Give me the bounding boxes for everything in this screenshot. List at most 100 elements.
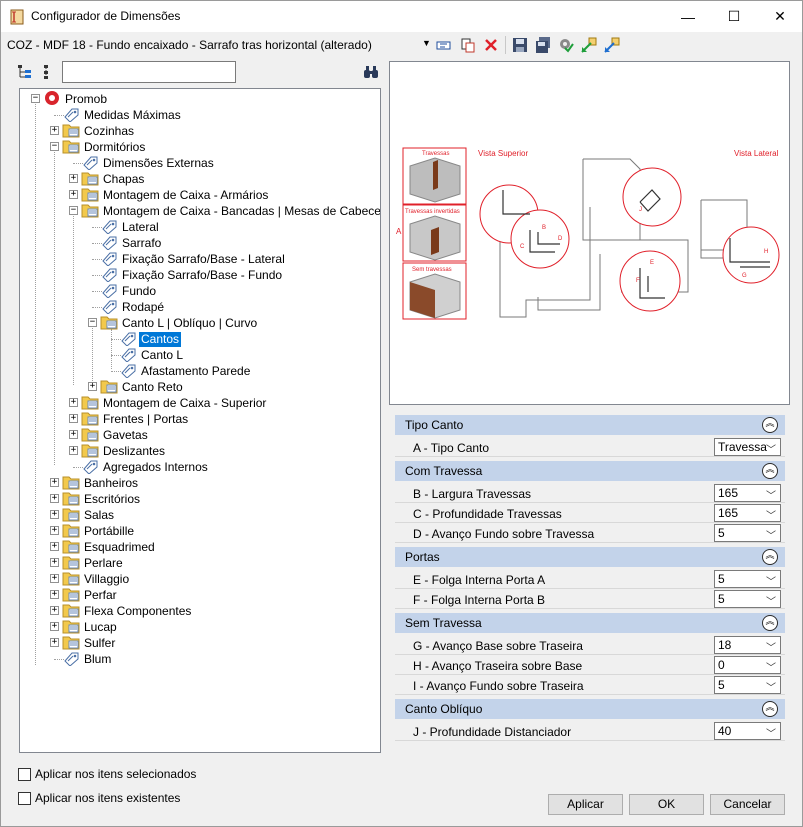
import-icon[interactable] xyxy=(580,36,598,54)
tree-item-label: Dormitórios xyxy=(84,139,146,154)
property-value-dropdown[interactable]: 0 ﹀ xyxy=(714,656,781,674)
collapse-section-icon[interactable]: ︽ xyxy=(762,463,778,479)
tree-item-label: Cantos xyxy=(139,331,182,347)
tree-expand-icon[interactable]: + xyxy=(69,414,78,423)
tree-connector xyxy=(73,214,74,385)
tree-expand-icon[interactable]: + xyxy=(50,126,59,135)
settings-check-icon[interactable] xyxy=(557,36,575,54)
section-title: Com Travessa xyxy=(405,464,483,478)
cancel-button[interactable]: Cancelar xyxy=(710,794,785,815)
property-value-dropdown[interactable]: 165 ﹀ xyxy=(714,504,781,522)
tree-expand-icon[interactable]: + xyxy=(50,590,59,599)
collapse-tree-icon[interactable] xyxy=(41,64,57,80)
tree-expand-icon[interactable]: + xyxy=(50,574,59,583)
tree-search-input[interactable] xyxy=(62,61,236,83)
property-value-dropdown[interactable]: Travessa ﹀ xyxy=(714,438,781,456)
ok-button[interactable]: OK xyxy=(629,794,704,815)
thumbnail-sem-travessas: Sem travessas xyxy=(402,262,467,320)
property-section-header: Portas ︽ xyxy=(395,547,785,567)
tree-collapse-icon[interactable]: − xyxy=(31,94,40,103)
export-icon[interactable] xyxy=(603,36,621,54)
collapse-section-icon[interactable]: ︽ xyxy=(762,417,778,433)
property-label: I - Avanço Fundo sobre Traseira xyxy=(413,679,584,693)
tree-expand-icon[interactable]: + xyxy=(50,606,59,615)
configuration-dropdown-icon[interactable]: ▼ xyxy=(422,38,431,48)
property-value-dropdown[interactable]: 5 ﹀ xyxy=(714,590,781,608)
property-value-dropdown[interactable]: 165 ﹀ xyxy=(714,484,781,502)
tree-item[interactable]: Fixação Sarrafo/Base - Fundo xyxy=(100,267,284,283)
tag-icon xyxy=(81,458,101,477)
property-label: A - Tipo Canto xyxy=(413,441,490,455)
tree-collapse-icon[interactable]: − xyxy=(50,142,59,151)
tree-item-label: Sarrafo xyxy=(122,235,162,250)
property-value-dropdown[interactable]: 5 ﹀ xyxy=(714,676,781,694)
tree-item-label: Esquadrimed xyxy=(84,539,155,554)
tree-expand-icon[interactable]: + xyxy=(50,510,59,519)
expand-tree-icon[interactable] xyxy=(17,64,33,80)
copy-icon[interactable] xyxy=(459,36,477,54)
apply-button[interactable]: Aplicar xyxy=(548,794,623,815)
tree-expand-icon[interactable]: + xyxy=(50,622,59,631)
tree-expand-icon[interactable]: + xyxy=(50,542,59,551)
tree-expand-icon[interactable]: + xyxy=(69,174,78,183)
apply-existing-checkbox[interactable] xyxy=(18,792,31,805)
tree-item-label: Chapas xyxy=(103,171,145,186)
property-value: 5 xyxy=(718,678,725,692)
property-label: J - Profundidade Distanciador xyxy=(413,725,572,739)
collapse-section-icon[interactable]: ︽ xyxy=(762,615,778,631)
tree-expand-icon[interactable]: + xyxy=(50,526,59,535)
tree-item[interactable]: Canto Reto xyxy=(100,379,185,395)
tree-collapse-icon[interactable]: − xyxy=(69,206,78,215)
save-all-icon[interactable] xyxy=(534,36,552,54)
delete-icon[interactable] xyxy=(482,36,500,54)
tree-item-label: Montagem de Caixa - Bancadas | Mesas de … xyxy=(103,203,381,218)
tree-item[interactable]: Dormitórios xyxy=(62,139,147,155)
tree-item[interactable]: Agregados Internos xyxy=(81,459,210,475)
tree-item[interactable]: Blum xyxy=(62,651,113,667)
tree-expand-icon[interactable]: + xyxy=(69,430,78,439)
app-ruler-icon xyxy=(10,9,24,25)
tree-item[interactable]: Montagem de Caixa - Armários xyxy=(81,187,270,203)
tree-expand-icon[interactable]: + xyxy=(69,446,78,455)
tree-item-label: Salas xyxy=(84,507,115,522)
tree-item-label: Perlare xyxy=(84,555,123,570)
binoculars-search-icon[interactable] xyxy=(363,64,379,80)
vista-lateral-label: Vista Lateral xyxy=(734,149,779,158)
configurator-window: Configurador de Dimensões — ☐ ✕ COZ - MD… xyxy=(0,0,803,827)
collapse-section-icon[interactable]: ︽ xyxy=(762,549,778,565)
collapse-section-icon[interactable]: ︽ xyxy=(762,701,778,717)
save-icon[interactable] xyxy=(511,36,529,54)
tree-expand-icon[interactable]: + xyxy=(69,398,78,407)
minimize-button[interactable]: — xyxy=(665,1,711,32)
tree-expand-icon[interactable]: + xyxy=(69,190,78,199)
tree-expand-icon[interactable]: + xyxy=(88,382,97,391)
property-value-dropdown[interactable]: 18 ﹀ xyxy=(714,636,781,654)
tree-expand-icon[interactable]: + xyxy=(50,478,59,487)
apply-selected-checkbox[interactable] xyxy=(18,768,31,781)
vista-superior-label: Vista Superior xyxy=(478,149,528,158)
chevron-down-icon: ﹀ xyxy=(766,491,776,502)
property-value-dropdown[interactable]: 40 ﹀ xyxy=(714,722,781,740)
property-value-dropdown[interactable]: 5 ﹀ xyxy=(714,524,781,542)
property-label: F - Folga Interna Porta B xyxy=(413,593,546,607)
property-value-dropdown[interactable]: 5 ﹀ xyxy=(714,570,781,588)
tree-expand-icon[interactable]: + xyxy=(50,494,59,503)
tree-item-label: Medidas Máximas xyxy=(84,107,181,122)
maximize-button[interactable]: ☐ xyxy=(711,1,757,32)
configuration-selector[interactable]: COZ - MDF 18 - Fundo encaixado - Sarrafo… xyxy=(7,38,372,52)
tree-item[interactable]: Montagem de Caixa - Bancadas | Mesas de … xyxy=(81,203,381,219)
tree-item[interactable]: Dimensões Externas xyxy=(81,155,216,171)
letter-g: G xyxy=(742,273,747,279)
property-label: G - Avanço Base sobre Traseira xyxy=(413,639,583,653)
tree-item-label: Promob xyxy=(65,91,108,106)
tree-item[interactable]: Afastamento Parede xyxy=(119,363,252,379)
tree-expand-icon[interactable]: + xyxy=(50,558,59,567)
letter-h: H xyxy=(764,249,768,255)
rename-icon[interactable] xyxy=(435,36,453,54)
tree-expand-icon[interactable]: + xyxy=(50,638,59,647)
tree-item[interactable]: Montagem de Caixa - Superior xyxy=(81,395,268,411)
category-tree[interactable]: − Promob Medidas Máximas + Cozinhas − Dormitór… xyxy=(19,88,381,753)
close-button[interactable]: ✕ xyxy=(757,1,803,32)
tree-item[interactable]: Fixação Sarrafo/Base - Lateral xyxy=(100,251,287,267)
tree-collapse-icon[interactable]: − xyxy=(88,318,97,327)
